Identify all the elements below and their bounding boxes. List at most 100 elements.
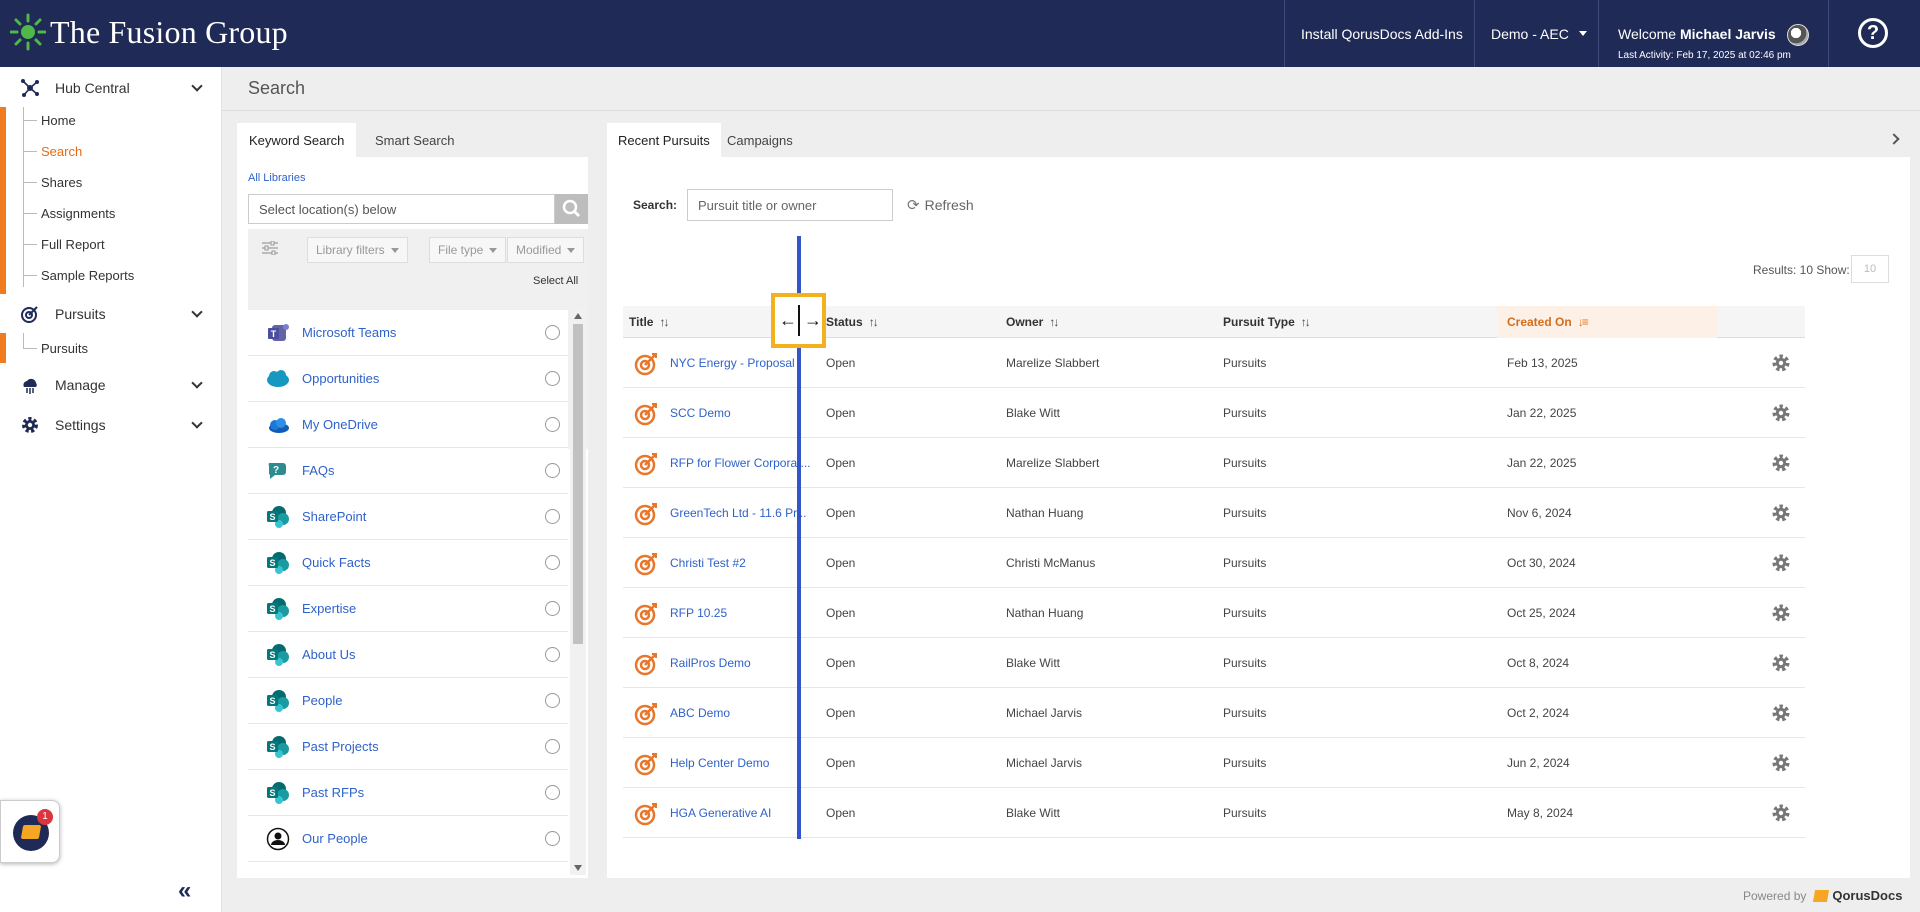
sidebar-item-home[interactable]: Home (23, 105, 213, 135)
library-radio[interactable] (545, 647, 560, 662)
library-radio[interactable] (545, 693, 560, 708)
nav-manage[interactable]: Manage (0, 367, 222, 403)
chevron-right-icon[interactable] (1888, 133, 1900, 145)
column-header-owner[interactable]: Owner ↑↓ (1006, 306, 1059, 338)
modified-dropdown[interactable]: Modified (507, 237, 585, 263)
faq-icon: ? (268, 462, 286, 479)
environment-dropdown[interactable]: Demo - AEC (1491, 0, 1587, 67)
library-radio[interactable] (545, 785, 560, 800)
gear-icon[interactable] (1771, 503, 1791, 523)
help-icon[interactable]: ? (1858, 18, 1888, 48)
cell-status: Open (826, 456, 856, 470)
cell-title[interactable]: HGA Generative AI (670, 788, 771, 838)
column-header-created-on[interactable]: Created On ↓≡ (1497, 306, 1717, 338)
cell-title[interactable]: Help Center Demo (670, 738, 769, 788)
nav-pursuits[interactable]: Pursuits (0, 296, 222, 332)
list-item[interactable]: ? FAQs (248, 448, 568, 494)
cell-title[interactable]: ABC Demo (670, 688, 730, 738)
tab-recent-pursuits[interactable]: Recent Pursuits (607, 123, 721, 157)
cell-title[interactable]: RailPros Demo (670, 638, 751, 688)
library-radio[interactable] (545, 325, 560, 340)
location-search-input[interactable]: Select location(s) below (248, 194, 555, 224)
library-radio[interactable] (545, 555, 560, 570)
sidebar-item-assignments[interactable]: Assignments (23, 198, 213, 228)
hub-icon (21, 79, 39, 97)
tab-keyword-search[interactable]: Keyword Search (237, 123, 357, 157)
list-item[interactable]: Our People (248, 816, 568, 862)
library-radio[interactable] (545, 739, 560, 754)
list-item[interactable]: S Past RFPs (248, 770, 568, 816)
brand[interactable]: The Fusion Group (10, 12, 288, 52)
filter-sliders-icon[interactable] (262, 241, 278, 255)
gear-icon[interactable] (1771, 353, 1791, 373)
list-item[interactable]: S Past Projects (248, 724, 568, 770)
gear-icon[interactable] (1771, 553, 1791, 573)
gear-icon[interactable] (1771, 453, 1791, 473)
sidebar-item-sample-reports[interactable]: Sample Reports (23, 260, 213, 290)
file-type-dropdown[interactable]: File type (429, 237, 507, 263)
cell-title[interactable]: Christi Test #2 (670, 538, 746, 588)
divider (222, 110, 1920, 111)
list-item[interactable]: S SharePoint (248, 494, 568, 540)
search-button[interactable] (555, 194, 588, 224)
gear-icon[interactable] (1771, 603, 1791, 623)
all-libraries-link[interactable]: All Libraries (248, 172, 305, 184)
list-item[interactable]: S About Us (248, 632, 568, 678)
library-radio[interactable] (545, 463, 560, 478)
refresh-button[interactable]: ⟳ Refresh (907, 196, 974, 214)
nav-hub-central[interactable]: Hub Central (0, 70, 222, 106)
cell-title[interactable]: GreenTech Ltd - 11.6 Pr... (670, 488, 807, 538)
list-item[interactable]: S Quick Facts (248, 540, 568, 586)
library-scrollbar[interactable] (570, 310, 586, 875)
library-radio[interactable] (545, 371, 560, 386)
cell-title[interactable]: SCC Demo (670, 388, 731, 438)
column-header-status[interactable]: Status ↑↓ (826, 306, 879, 338)
library-radio[interactable] (545, 601, 560, 616)
sidebar-item-pursuits[interactable]: Pursuits (23, 333, 213, 363)
scroll-down-icon[interactable] (574, 865, 582, 871)
gear-icon[interactable] (1771, 703, 1791, 723)
install-addins-link[interactable]: Install QorusDocs Add-Ins (1301, 0, 1463, 67)
page-size-input[interactable]: 10 (1851, 255, 1889, 283)
library-radio[interactable] (545, 509, 560, 524)
sidebar-item-search[interactable]: Search (23, 136, 213, 166)
list-item[interactable]: S Expertise (248, 586, 568, 632)
list-item[interactable] (248, 862, 568, 875)
gear-icon[interactable] (1771, 753, 1791, 773)
sidebar-item-shares[interactable]: Shares (23, 167, 213, 197)
tab-smart-search[interactable]: Smart Search (363, 123, 466, 157)
list-item[interactable]: T Microsoft Teams (248, 310, 568, 356)
sharepoint-icon: S (267, 689, 289, 712)
column-label: Title (629, 315, 654, 329)
gear-icon[interactable] (1771, 653, 1791, 673)
column-header-title[interactable]: Title ↑↓ (629, 306, 669, 338)
library-filters-dropdown[interactable]: Library filters (307, 237, 408, 263)
gear-icon[interactable] (1771, 803, 1791, 823)
list-item[interactable]: S People (248, 678, 568, 724)
list-item[interactable]: My OneDrive (248, 402, 568, 448)
select-all-link[interactable]: Select All (533, 275, 578, 287)
qorusdocs-widget[interactable]: 1 (0, 800, 60, 863)
nav-settings[interactable]: Settings (0, 407, 222, 443)
pursuit-search-input[interactable]: Pursuit title or owner (687, 189, 893, 221)
library-radio[interactable] (545, 831, 560, 846)
target-icon (21, 306, 38, 323)
library-radio[interactable] (545, 417, 560, 432)
collapse-sidebar-icon[interactable]: « (178, 877, 191, 905)
cell-created-on: Jun 2, 2024 (1507, 756, 1570, 770)
user-menu[interactable]: Welcome Michael Jarvis (1618, 26, 1798, 42)
sidebar-item-full-report[interactable]: Full Report (23, 229, 213, 259)
scroll-up-icon[interactable] (574, 313, 582, 319)
search-icon (562, 199, 581, 218)
cell-title[interactable]: RFP for Flower Corporat... (670, 438, 810, 488)
cell-title[interactable]: RFP 10.25 (670, 588, 727, 638)
tab-campaigns[interactable]: Campaigns (716, 123, 804, 157)
scroll-thumb[interactable] (573, 324, 583, 644)
pursuit-target-icon (634, 702, 658, 726)
column-header-pursuit-type[interactable]: Pursuit Type ↑↓ (1223, 306, 1311, 338)
avatar[interactable] (1787, 24, 1809, 46)
cell-owner: Marelize Slabbert (1006, 356, 1100, 370)
list-item[interactable]: Opportunities (248, 356, 568, 402)
gear-icon[interactable] (1771, 403, 1791, 423)
column-resize-handle[interactable]: ← → (771, 293, 826, 348)
